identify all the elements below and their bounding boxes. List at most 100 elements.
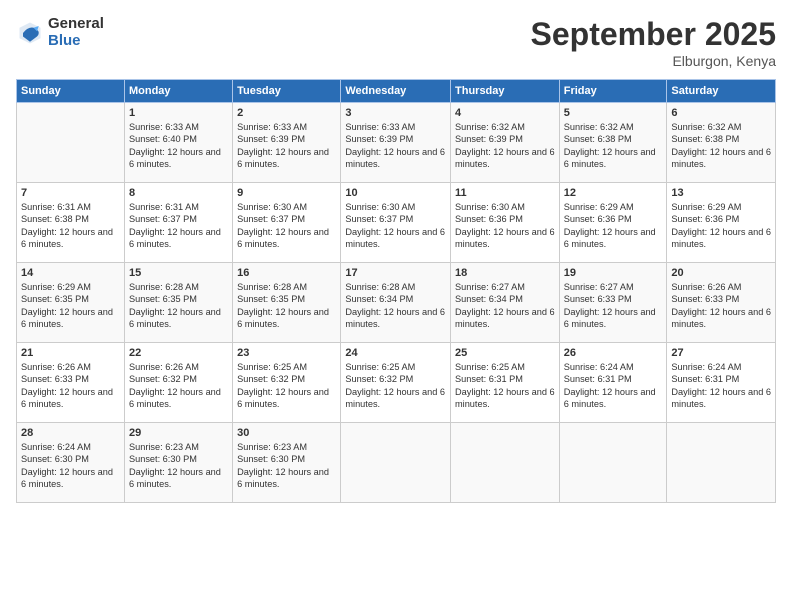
cell-0-3: 3Sunrise: 6:33 AMSunset: 6:39 PMDaylight… bbox=[341, 103, 451, 183]
header: General Blue September 2025 Elburgon, Ke… bbox=[16, 16, 776, 69]
day-num-21: 21 bbox=[21, 347, 120, 359]
day-info-6: Sunrise: 6:32 AMSunset: 6:38 PMDaylight:… bbox=[671, 121, 771, 171]
cell-4-0: 28 Sunrise: 6:24 AMSunset: 6:30 PMDayligh… bbox=[17, 423, 125, 503]
cell-1-3: 10 Sunrise: 6:30 AMSunset: 6:37 PMDayligh… bbox=[341, 183, 451, 263]
week-row-3: 14Sunrise: 6:29 AMSunset: 6:35 PMDayligh… bbox=[17, 263, 776, 343]
day-info-7: Sunrise: 6:31 AMSunset: 6:38 PMDaylight:… bbox=[21, 201, 120, 251]
day-num-29: 29 bbox=[129, 427, 228, 439]
calendar-body: 1 Sunrise: 6:33 AMSunset: 6:40 PMDaylight… bbox=[17, 103, 776, 503]
day-info-9: Sunrise: 6:30 AMSunset: 6:37 PMDaylight:… bbox=[237, 201, 336, 251]
day-num-10: 10 bbox=[345, 187, 446, 199]
day-info-16: Sunrise: 6:28 AMSunset: 6:35 PMDaylight:… bbox=[237, 281, 336, 331]
cell-2-2: 16 Sunrise: 6:28 AMSunset: 6:35 PMDayligh… bbox=[233, 263, 341, 343]
cell-4-3 bbox=[341, 423, 451, 503]
location: Elburgon, Kenya bbox=[531, 53, 776, 69]
cell-2-6: 20 Sunrise: 6:26 AMSunset: 6:33 PMDayligh… bbox=[667, 263, 776, 343]
cell-0-1: 1 Sunrise: 6:33 AMSunset: 6:40 PMDaylight… bbox=[124, 103, 232, 183]
logo-icon bbox=[16, 19, 44, 47]
cell-0-6: 6 Sunrise: 6:32 AMSunset: 6:38 PMDaylight… bbox=[667, 103, 776, 183]
day-num-2: 2 bbox=[237, 107, 336, 119]
logo-general-text: General bbox=[48, 16, 104, 33]
header-wednesday: Wednesday bbox=[341, 80, 451, 103]
day-info-10: Sunrise: 6:30 AMSunset: 6:37 PMDaylight:… bbox=[345, 201, 446, 251]
day-num-26: 26 bbox=[564, 347, 663, 359]
day-num-6: 6 bbox=[671, 107, 771, 119]
day-num-20: 20 bbox=[671, 267, 771, 279]
day-info-8: Sunrise: 6:31 AMSunset: 6:37 PMDaylight:… bbox=[129, 201, 228, 251]
day-num-13: 13 bbox=[671, 187, 771, 199]
week-row-2: 7 Sunrise: 6:31 AMSunset: 6:38 PMDaylight… bbox=[17, 183, 776, 263]
cell-2-1: 15 Sunrise: 6:28 AMSunset: 6:35 PMDayligh… bbox=[124, 263, 232, 343]
page: General Blue September 2025 Elburgon, Ke… bbox=[0, 0, 792, 612]
day-num-27: 27 bbox=[671, 347, 771, 359]
day-info-23: Sunrise: 6:25 AMSunset: 6:32 PMDaylight:… bbox=[237, 361, 336, 411]
day-num-3: 3 bbox=[345, 107, 446, 119]
header-monday: Monday bbox=[124, 80, 232, 103]
day-num-28: 28 bbox=[21, 427, 120, 439]
header-sunday: Sunday bbox=[17, 80, 125, 103]
day-num-24: 24 bbox=[345, 347, 446, 359]
day-num-30: 30 bbox=[237, 427, 336, 439]
logo-blue-text: Blue bbox=[48, 33, 104, 50]
header-thursday: Thursday bbox=[451, 80, 560, 103]
day-num-15: 15 bbox=[129, 267, 228, 279]
cell-1-1: 8Sunrise: 6:31 AMSunset: 6:37 PMDaylight… bbox=[124, 183, 232, 263]
cell-1-6: 13 Sunrise: 6:29 AMSunset: 6:36 PMDayligh… bbox=[667, 183, 776, 263]
day-num-11: 11 bbox=[455, 187, 555, 199]
day-num-7: 7 bbox=[21, 187, 120, 199]
day-num-22: 22 bbox=[129, 347, 228, 359]
day-info-2: Sunrise: 6:33 AMSunset: 6:39 PMDaylight:… bbox=[237, 121, 336, 171]
day-info-22: Sunrise: 6:26 AMSunset: 6:32 PMDaylight:… bbox=[129, 361, 228, 411]
day-num-17: 17 bbox=[345, 267, 446, 279]
day-info-25: Sunrise: 6:25 AMSunset: 6:31 PMDaylight:… bbox=[455, 361, 555, 411]
day-info-26: Sunrise: 6:24 AMSunset: 6:31 PMDaylight:… bbox=[564, 361, 663, 411]
cell-3-4: 25 Sunrise: 6:25 AMSunset: 6:31 PMDayligh… bbox=[451, 343, 560, 423]
day-info-21: Sunrise: 6:26 AMSunset: 6:33 PMDaylight:… bbox=[21, 361, 120, 411]
day-num-16: 16 bbox=[237, 267, 336, 279]
day-num-23: 23 bbox=[237, 347, 336, 359]
day-num-25: 25 bbox=[455, 347, 555, 359]
title-block: September 2025 Elburgon, Kenya bbox=[531, 16, 776, 69]
header-saturday: Saturday bbox=[667, 80, 776, 103]
week-row-4: 21 Sunrise: 6:26 AMSunset: 6:33 PMDayligh… bbox=[17, 343, 776, 423]
day-info-13: Sunrise: 6:29 AMSunset: 6:36 PMDaylight:… bbox=[671, 201, 771, 251]
day-info-15: Sunrise: 6:28 AMSunset: 6:35 PMDaylight:… bbox=[129, 281, 228, 331]
cell-2-5: 19 Sunrise: 6:27 AMSunset: 6:33 PMDayligh… bbox=[559, 263, 667, 343]
day-num-19: 19 bbox=[564, 267, 663, 279]
day-info-19: Sunrise: 6:27 AMSunset: 6:33 PMDaylight:… bbox=[564, 281, 663, 331]
cell-0-5: 5 Sunrise: 6:32 AMSunset: 6:38 PMDaylight… bbox=[559, 103, 667, 183]
calendar-table: Sunday Monday Tuesday Wednesday Thursday… bbox=[16, 79, 776, 503]
logo: General Blue bbox=[16, 16, 104, 49]
cell-1-5: 12 Sunrise: 6:29 AMSunset: 6:36 PMDayligh… bbox=[559, 183, 667, 263]
day-info-28: Sunrise: 6:24 AMSunset: 6:30 PMDaylight:… bbox=[21, 441, 120, 491]
cell-4-2: 30 Sunrise: 6:23 AMSunset: 6:30 PMDayligh… bbox=[233, 423, 341, 503]
day-info-12: Sunrise: 6:29 AMSunset: 6:36 PMDaylight:… bbox=[564, 201, 663, 251]
day-num-18: 18 bbox=[455, 267, 555, 279]
cell-0-4: 4Sunrise: 6:32 AMSunset: 6:39 PMDaylight… bbox=[451, 103, 560, 183]
cell-2-0: 14Sunrise: 6:29 AMSunset: 6:35 PMDayligh… bbox=[17, 263, 125, 343]
cell-1-4: 11 Sunrise: 6:30 AMSunset: 6:36 PMDayligh… bbox=[451, 183, 560, 263]
week-row-1: 1 Sunrise: 6:33 AMSunset: 6:40 PMDaylight… bbox=[17, 103, 776, 183]
day-num-9: 9 bbox=[237, 187, 336, 199]
cell-2-4: 18 Sunrise: 6:27 AMSunset: 6:34 PMDayligh… bbox=[451, 263, 560, 343]
day-info-11: Sunrise: 6:30 AMSunset: 6:36 PMDaylight:… bbox=[455, 201, 555, 251]
day-info-29: Sunrise: 6:23 AMSunset: 6:30 PMDaylight:… bbox=[129, 441, 228, 491]
day-num-12: 12 bbox=[564, 187, 663, 199]
day-info-1: Sunrise: 6:33 AMSunset: 6:40 PMDaylight:… bbox=[129, 121, 228, 171]
day-info-18: Sunrise: 6:27 AMSunset: 6:34 PMDaylight:… bbox=[455, 281, 555, 331]
cell-3-3: 24Sunrise: 6:25 AMSunset: 6:32 PMDayligh… bbox=[341, 343, 451, 423]
day-num-1: 1 bbox=[129, 107, 228, 119]
day-num-4: 4 bbox=[455, 107, 555, 119]
day-num-5: 5 bbox=[564, 107, 663, 119]
week-row-5: 28 Sunrise: 6:24 AMSunset: 6:30 PMDayligh… bbox=[17, 423, 776, 503]
cell-1-2: 9 Sunrise: 6:30 AMSunset: 6:37 PMDaylight… bbox=[233, 183, 341, 263]
day-info-5: Sunrise: 6:32 AMSunset: 6:38 PMDaylight:… bbox=[564, 121, 663, 171]
cell-4-1: 29 Sunrise: 6:23 AMSunset: 6:30 PMDayligh… bbox=[124, 423, 232, 503]
day-info-20: Sunrise: 6:26 AMSunset: 6:33 PMDaylight:… bbox=[671, 281, 771, 331]
day-num-14: 14 bbox=[21, 267, 120, 279]
cell-3-0: 21 Sunrise: 6:26 AMSunset: 6:33 PMDayligh… bbox=[17, 343, 125, 423]
day-info-30: Sunrise: 6:23 AMSunset: 6:30 PMDaylight:… bbox=[237, 441, 336, 491]
cell-4-4 bbox=[451, 423, 560, 503]
cell-2-3: 17Sunrise: 6:28 AMSunset: 6:34 PMDayligh… bbox=[341, 263, 451, 343]
cell-3-2: 23 Sunrise: 6:25 AMSunset: 6:32 PMDayligh… bbox=[233, 343, 341, 423]
